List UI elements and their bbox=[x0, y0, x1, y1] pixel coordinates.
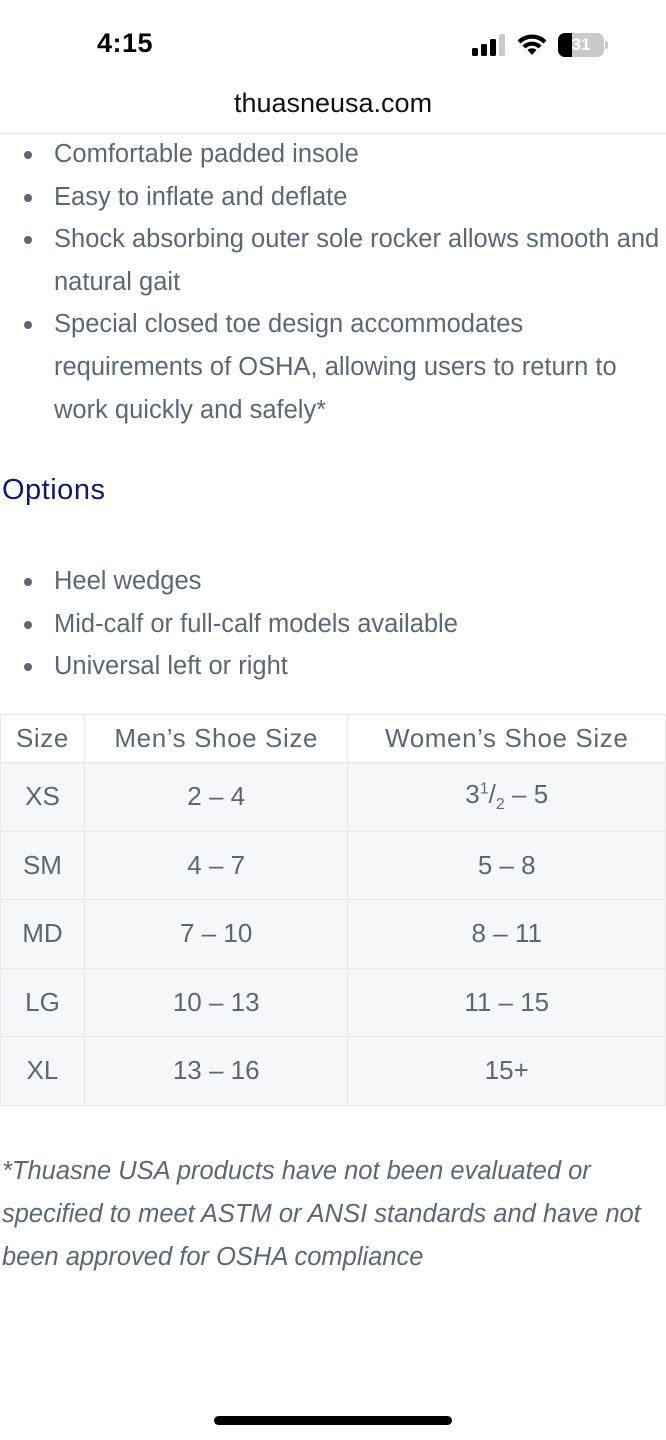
cellular-signal-icon bbox=[472, 34, 506, 56]
size-cell: XL bbox=[0, 1036, 85, 1106]
status-bar: 4:15 31 bbox=[0, 0, 666, 86]
size-cell: MD bbox=[0, 899, 85, 969]
status-time: 4:15 bbox=[97, 28, 154, 58]
list-item: Easy to inflate and deflate bbox=[0, 176, 666, 219]
battery-level: 31 bbox=[571, 35, 591, 54]
size-chart-table: Size Men’s Shoe Size Women’s Shoe Size X… bbox=[0, 714, 666, 1106]
battery-icon: 31 bbox=[558, 33, 608, 57]
table-row: LG 10 – 13 11 – 15 bbox=[0, 967, 666, 1037]
header-mens-shoe-size: Men’s Shoe Size bbox=[83, 714, 349, 763]
header-size: Size bbox=[0, 714, 85, 763]
size-cell: LG bbox=[0, 967, 85, 1037]
options-heading: Options bbox=[2, 474, 106, 506]
list-item: Universal left or right bbox=[0, 645, 666, 688]
womens-size-cell: 11 – 15 bbox=[347, 967, 666, 1037]
womens-size-cell: 8 – 11 bbox=[347, 899, 666, 969]
mens-size-cell: 13 – 16 bbox=[83, 1036, 349, 1106]
list-item: Special closed toe design accommodates r… bbox=[0, 303, 666, 431]
list-item: Heel wedges bbox=[0, 560, 666, 603]
table-row: XS 2 – 4 31/2 – 5 bbox=[0, 762, 666, 832]
mens-size-cell: 7 – 10 bbox=[83, 899, 349, 969]
options-list: Heel wedges Mid-calf or full-calf models… bbox=[0, 560, 666, 688]
table-row: MD 7 – 10 8 – 11 bbox=[0, 899, 666, 969]
table-header-row: Size Men’s Shoe Size Women’s Shoe Size bbox=[0, 714, 666, 763]
list-item: Mid-calf or full-calf models available bbox=[0, 603, 666, 646]
size-cell: XS bbox=[0, 762, 85, 832]
mens-size-cell: 4 – 7 bbox=[83, 830, 349, 900]
list-item: Comfortable padded insole bbox=[0, 133, 666, 176]
features-list: Comfortable padded insole Easy to inflat… bbox=[0, 133, 666, 431]
womens-size-cell: 5 – 8 bbox=[347, 830, 666, 900]
mens-size-cell: 2 – 4 bbox=[83, 762, 349, 832]
womens-size-cell: 15+ bbox=[347, 1036, 666, 1106]
address-bar[interactable]: thuasneusa.com bbox=[0, 86, 666, 134]
table-row: SM 4 – 7 5 – 8 bbox=[0, 830, 666, 900]
header-womens-shoe-size: Women’s Shoe Size bbox=[347, 714, 666, 763]
url-text[interactable]: thuasneusa.com bbox=[0, 88, 666, 119]
mens-size-cell: 10 – 13 bbox=[83, 967, 349, 1037]
home-indicator[interactable] bbox=[214, 1416, 452, 1425]
list-item: Shock absorbing outer sole rocker allows… bbox=[0, 218, 666, 303]
disclaimer-text: *Thuasne USA products have not been eval… bbox=[2, 1157, 641, 1271]
womens-size-cell: 31/2 – 5 bbox=[347, 762, 666, 832]
wifi-icon bbox=[517, 34, 547, 55]
table-row: XL 13 – 16 15+ bbox=[0, 1036, 666, 1106]
size-cell: SM bbox=[0, 830, 85, 900]
